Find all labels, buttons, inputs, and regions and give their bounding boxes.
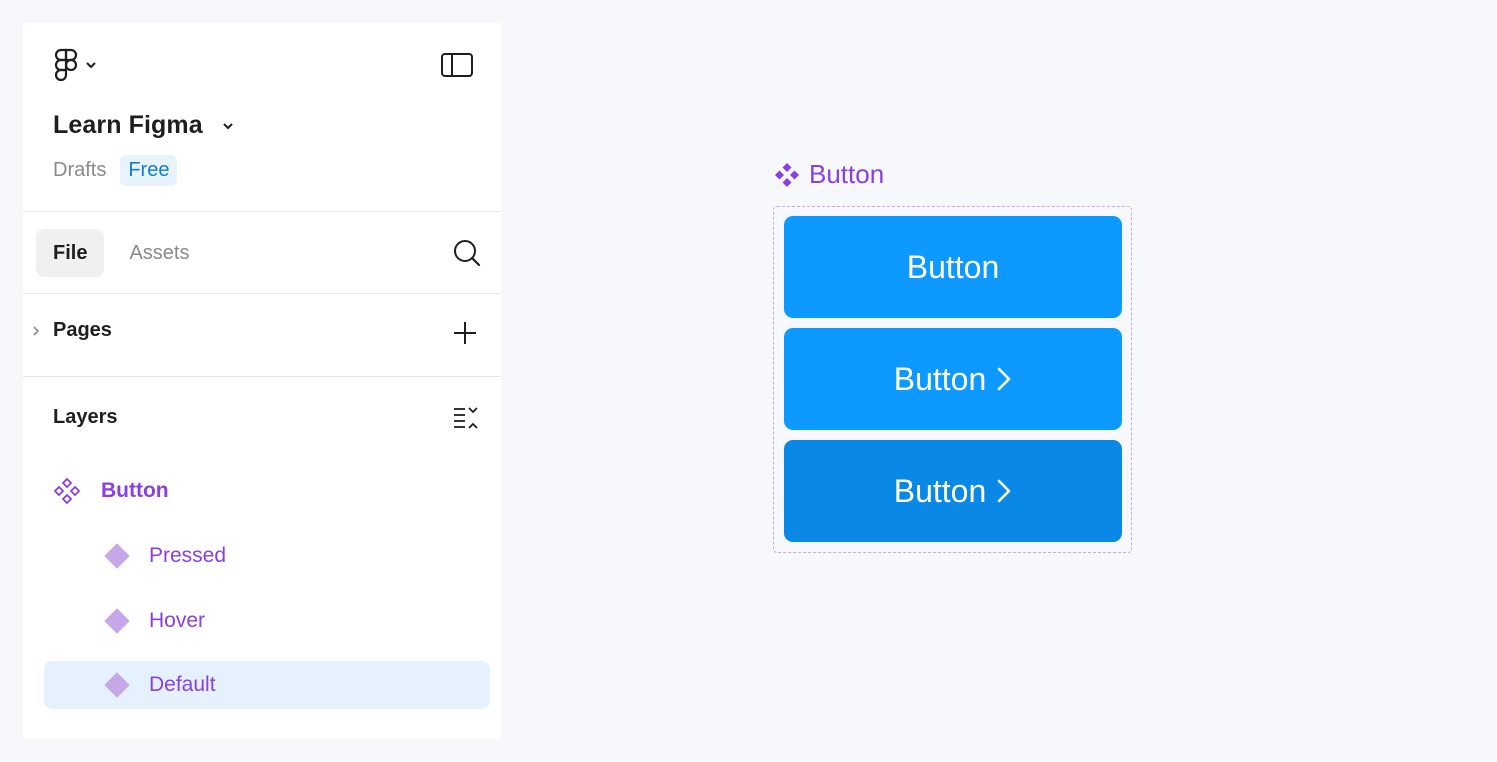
component-set-frame[interactable]: Button Button Button — [773, 206, 1132, 553]
sidebar-toggle-icon — [441, 53, 473, 77]
layer-item-button[interactable]: Button — [53, 475, 169, 507]
layers-collapse-icon — [454, 407, 478, 429]
component-set-icon — [53, 477, 81, 505]
chevron-down-icon — [223, 122, 233, 129]
component-set-name-tag[interactable]: Button — [773, 159, 884, 190]
layer-label: Hover — [149, 609, 206, 632]
chevron-down-icon — [86, 62, 96, 69]
left-sidebar: Learn Figma Drafts Free File Assets Page… — [23, 23, 501, 739]
tab-assets[interactable]: Assets — [112, 229, 206, 277]
main-menu-button[interactable] — [53, 47, 97, 83]
file-location[interactable]: Drafts — [53, 159, 106, 182]
button-variant-label: Button — [893, 360, 987, 397]
chevron-right-icon — [997, 479, 1011, 503]
button-variant-hover[interactable]: Button — [784, 328, 1122, 430]
search-icon — [454, 240, 481, 267]
pages-section-toggle[interactable]: Pages — [31, 319, 112, 342]
plus-icon — [454, 322, 476, 344]
button-variant-label: Button — [906, 248, 1000, 285]
variant-icon — [104, 543, 130, 569]
button-variant-label: Button — [893, 472, 987, 509]
file-meta: Drafts Free — [53, 155, 178, 186]
collapse-layers-button[interactable] — [451, 403, 481, 433]
variant-icon — [104, 608, 130, 634]
layer-item-default[interactable]: Default — [44, 661, 490, 709]
pages-label: Pages — [53, 319, 112, 341]
layer-item-pressed[interactable]: Pressed — [103, 540, 226, 572]
button-variant-pressed[interactable]: Button — [784, 440, 1122, 542]
chevron-right-icon — [997, 367, 1011, 391]
layer-item-hover[interactable]: Hover — [103, 605, 205, 637]
plan-badge[interactable]: Free — [120, 155, 178, 186]
variant-icon — [104, 672, 130, 698]
component-set-icon — [775, 162, 799, 187]
sidebar-toggle-button[interactable] — [439, 49, 475, 81]
button-variant-default[interactable]: Button — [784, 216, 1122, 318]
divider — [23, 211, 501, 212]
layer-label: Button — [101, 479, 169, 502]
component-set-name: Button — [809, 159, 885, 189]
layer-label: Default — [149, 673, 216, 696]
search-button[interactable] — [451, 237, 483, 269]
tab-file[interactable]: File — [36, 229, 105, 277]
layer-label: Pressed — [149, 544, 227, 567]
chevron-right-icon — [33, 325, 40, 336]
figma-logo-icon — [54, 48, 78, 82]
divider — [23, 293, 501, 294]
panel-tabs: File Assets — [36, 229, 206, 277]
file-title: Learn Figma — [53, 111, 203, 139]
file-title-menu[interactable]: Learn Figma — [53, 111, 235, 140]
layers-label: Layers — [53, 406, 118, 428]
divider — [23, 376, 501, 377]
add-page-button[interactable] — [451, 319, 479, 347]
